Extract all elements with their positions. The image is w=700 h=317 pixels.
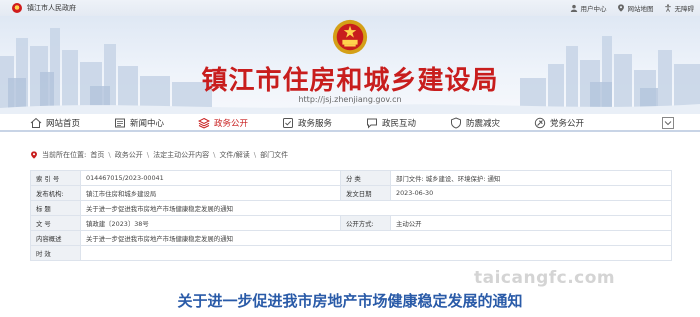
mode-value: 主动公开 [390, 215, 672, 231]
breadcrumb: 当前所在位置: 首页 \ 政务公开 \ 法定主动公开内容 \ 文件/解读 \ 部… [30, 150, 288, 160]
nav-item-gov-affairs[interactable]: 政务公开 [198, 114, 282, 132]
user-icon [570, 4, 577, 12]
sitemap-label: 网站地图 [627, 5, 654, 13]
home-icon [30, 117, 42, 128]
table-row: 发布机构: 镇江市住房和城乡建设局 发文日期 2023-06-30 [30, 185, 672, 201]
menu-toggle-icon[interactable] [662, 117, 674, 129]
nav-item-label: 防震减灾 [466, 119, 501, 129]
nav-item-party[interactable]: 党务公开 [534, 114, 618, 132]
org-label: 发布机构: [30, 185, 81, 201]
watermark: taicangfc.com [474, 268, 616, 288]
breadcrumb-gov-affairs[interactable]: 政务公开 [115, 150, 143, 160]
nav-item-home[interactable]: 网站首页 [30, 114, 114, 132]
breadcrumb-files[interactable]: 文件/解读 [219, 150, 249, 160]
site-url: http://jsj.zhenjiang.gov.cn [298, 95, 402, 104]
nav-item-label: 新闻中心 [130, 119, 165, 129]
breadcrumb-prefix: 当前所在位置: [42, 151, 87, 159]
title-label: 标 题 [30, 200, 81, 216]
nav-item-label: 网站首页 [46, 119, 81, 129]
date-value: 2023-06-30 [390, 185, 672, 201]
mode-label: 公开方式: [340, 215, 391, 231]
accessibility-link[interactable]: 无障碍 [664, 3, 695, 13]
party-icon [534, 117, 546, 129]
user-center-label: 用户中心 [580, 5, 607, 13]
breadcrumb-dept-files[interactable]: 部门文件 [260, 150, 288, 160]
document-info-table: 索 引 号 014467015/2023-00041 分 类 部门文件: 城乡建… [30, 170, 672, 261]
nav-item-earthquake[interactable]: 防震减灾 [450, 114, 534, 132]
main-nav: 网站首页 新闻中心 政务公开 政务服务 政民互动 防震减灾 党务公开 [0, 114, 700, 132]
index-value: 014467015/2023-00041 [80, 170, 341, 186]
service-icon [283, 118, 293, 128]
top-home-link[interactable]: 镇江市人民政府 [12, 3, 76, 13]
sitemap-link[interactable]: 网站地图 [617, 3, 654, 13]
table-row: 文 号 镇政建〔2023〕38号 公开方式: 主动公开 [30, 215, 672, 231]
shield-icon [451, 117, 461, 129]
emblem-icon [12, 3, 22, 13]
layers-icon [198, 117, 210, 129]
nav-item-label: 党务公开 [550, 119, 585, 129]
accessibility-icon [664, 4, 671, 12]
accessibility-label: 无障碍 [674, 5, 695, 13]
nav-item-label: 政务服务 [298, 119, 333, 129]
location-icon [31, 151, 37, 159]
national-emblem-icon [332, 19, 368, 55]
breadcrumb-separator: \ [213, 151, 216, 159]
nav-item-services[interactable]: 政务服务 [282, 114, 366, 132]
top-bar: 镇江市人民政府 用户中心 网站地图 无障碍 [0, 0, 700, 16]
table-row: 时 效 [30, 245, 672, 261]
breadcrumb-separator: \ [146, 151, 150, 159]
validity-value [80, 245, 672, 261]
table-row: 索 引 号 014467015/2023-00041 分 类 部门文件: 城乡建… [30, 170, 672, 186]
map-pin-icon [617, 4, 624, 12]
docno-value: 镇政建〔2023〕38号 [80, 215, 341, 231]
breadcrumb-separator: \ [253, 151, 257, 159]
validity-label: 时 效 [30, 245, 81, 261]
table-row: 标 题 关于进一步促进我市房地产市场健康稳定发展的通知 [30, 200, 672, 216]
news-icon [115, 118, 125, 128]
header-banner: 镇江市住房和城乡建设局 http://jsj.zhenjiang.gov.cn [0, 16, 700, 114]
table-row: 内容概述 关于进一步促进我市房地产市场健康稳定发展的通知 [30, 230, 672, 246]
summary-label: 内容概述 [30, 230, 81, 246]
breadcrumb-home[interactable]: 首页 [90, 150, 104, 160]
nav-item-label: 政务公开 [214, 119, 249, 129]
nav-item-label: 政民互动 [382, 119, 417, 129]
docno-label: 文 号 [30, 215, 81, 231]
site-title: 镇江市住房和城乡建设局 [201, 66, 499, 96]
summary-value: 关于进一步促进我市房地产市场健康稳定发展的通知 [80, 230, 672, 246]
article-title: 关于进一步促进我市房地产市场健康稳定发展的通知 [177, 292, 523, 310]
category-label: 分 类 [340, 170, 391, 186]
breadcrumb-statutory[interactable]: 法定主动公开内容 [153, 150, 209, 160]
org-value: 镇江市住房和城乡建设局 [80, 185, 341, 201]
index-label: 索 引 号 [30, 170, 81, 186]
breadcrumb-separator: \ [108, 151, 111, 159]
nav-item-interaction[interactable]: 政民互动 [366, 114, 450, 132]
top-site-name: 镇江市人民政府 [27, 4, 76, 12]
nav-item-news[interactable]: 新闻中心 [114, 114, 198, 132]
category-value: 部门文件: 城乡建设、环境保护: 通知 [390, 170, 672, 186]
title-value: 关于进一步促进我市房地产市场健康稳定发展的通知 [80, 200, 672, 216]
user-center-link[interactable]: 用户中心 [570, 3, 607, 13]
date-label: 发文日期 [340, 185, 391, 201]
chat-icon [367, 118, 377, 129]
